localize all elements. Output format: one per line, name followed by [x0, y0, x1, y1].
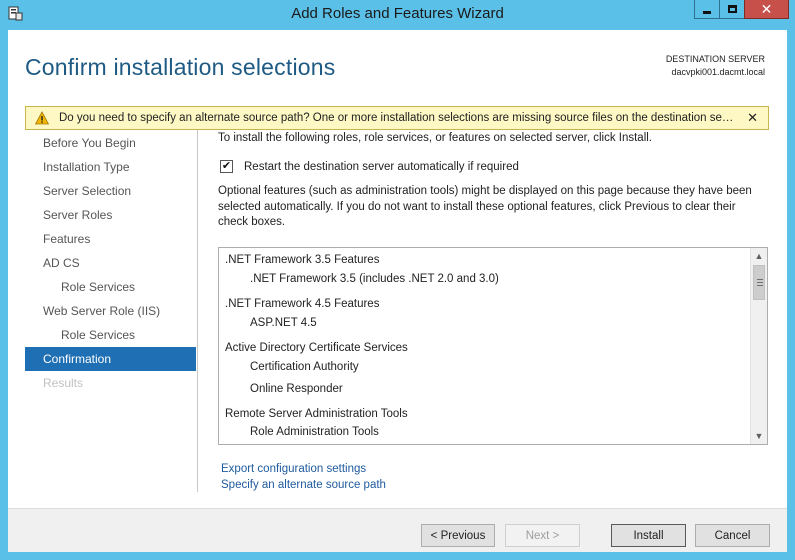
restart-option[interactable]: ✔ Restart the destination server automat…	[220, 160, 519, 173]
feature-sub-item: ASP.NET 4.5	[250, 317, 317, 329]
nav-divider	[197, 130, 198, 492]
scroll-up-icon[interactable]: ▲	[751, 248, 767, 264]
nav-item-server-selection[interactable]: Server Selection	[25, 179, 196, 203]
warning-triangle-icon	[35, 111, 49, 125]
nav-item-features[interactable]: Features	[25, 227, 196, 251]
close-icon: ✕	[760, 1, 773, 17]
page-title: Confirm installation selections	[25, 54, 336, 80]
optional-features-text: Optional features (such as administratio…	[218, 185, 752, 228]
feature-group-item: Remote Server Administration Tools	[225, 408, 408, 420]
scroll-thumb[interactable]	[753, 265, 765, 300]
warning-bar: Do you need to specify an alternate sour…	[25, 106, 769, 130]
window-controls: ✕	[694, 0, 789, 19]
next-button[interactable]: Next >	[505, 524, 580, 547]
maximize-button[interactable]	[719, 0, 745, 19]
restart-checkbox-label[interactable]: Restart the destination server automatic…	[244, 161, 519, 173]
nav-item-server-roles[interactable]: Server Roles	[25, 203, 196, 227]
destination-server-name: dacvpki001.dacmt.local	[671, 67, 765, 77]
nav-item-role-services[interactable]: Role Services	[25, 323, 196, 347]
grip-line	[757, 285, 763, 286]
feature-sub-item: Role Administration Tools	[250, 426, 379, 438]
nav-item-web-server-role-iis[interactable]: Web Server Role (IIS)	[25, 299, 196, 323]
alternate-source-path-link[interactable]: Specify an alternate source path	[221, 479, 386, 491]
wizard-window: Add Roles and Features Wizard ✕ Confirm …	[0, 0, 795, 560]
nav-item-results: Results	[43, 376, 84, 390]
cancel-button[interactable]: Cancel	[695, 524, 770, 547]
install-button[interactable]: Install	[611, 524, 686, 547]
grip-line	[757, 279, 763, 280]
nav-item-confirmation[interactable]: Confirmation	[25, 347, 196, 371]
list-scrollbar[interactable]: ▲ ▼	[750, 248, 767, 444]
wizard-navigation: Before You Begin Installation Type Server …	[25, 130, 196, 395]
restart-checkbox[interactable]: ✔	[220, 160, 233, 173]
minimize-icon	[703, 10, 711, 14]
nav-item-role-services[interactable]: Role Services	[25, 275, 196, 299]
feature-sub-item: .NET Framework 3.5 (includes .NET 2.0 an…	[250, 273, 499, 285]
close-button[interactable]: ✕	[744, 0, 789, 19]
nav-item-ad-cs[interactable]: AD CS	[25, 251, 196, 275]
scroll-down-icon[interactable]: ▼	[751, 428, 767, 444]
nav-item-installation-type[interactable]: Installation Type	[25, 155, 196, 179]
grip-line	[757, 282, 763, 283]
destination-server-label: DESTINATION SERVER	[665, 54, 765, 64]
warning-close-icon[interactable]: ✕	[747, 110, 758, 126]
selections-list[interactable]: .NET Framework 3.5 Features .NET Framewor…	[218, 247, 768, 445]
nav-item-before-you-begin[interactable]: Before You Begin	[25, 131, 196, 155]
export-configuration-link[interactable]: Export configuration settings	[221, 463, 366, 475]
previous-button[interactable]: < Previous	[421, 524, 495, 547]
intro-text: To install the following roles, role ser…	[218, 132, 652, 144]
feature-sub-item: Certification Authority	[250, 361, 359, 373]
minimize-button[interactable]	[694, 0, 720, 19]
wizard-client-area: Confirm installation selections DESTINAT…	[8, 30, 787, 552]
feature-group-item: Active Directory Certificate Services	[225, 342, 408, 354]
feature-group-item: .NET Framework 3.5 Features	[225, 254, 380, 266]
warning-text[interactable]: Do you need to specify an alternate sour…	[59, 112, 734, 124]
feature-sub-item: Online Responder	[250, 383, 343, 395]
title-bar[interactable]: Add Roles and Features Wizard ✕	[0, 0, 795, 28]
window-title: Add Roles and Features Wizard	[291, 5, 504, 22]
maximize-icon	[727, 5, 737, 13]
feature-group-item: .NET Framework 4.5 Features	[225, 298, 380, 310]
